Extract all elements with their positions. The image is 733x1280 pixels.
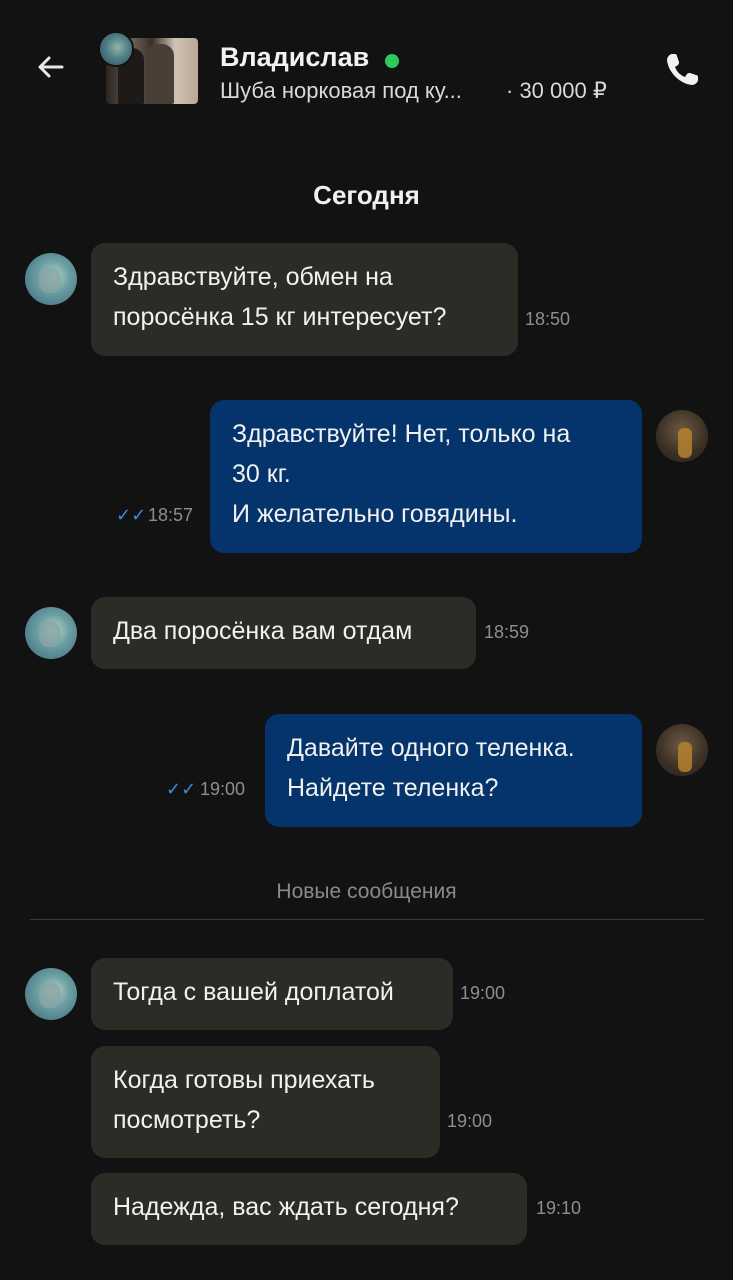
message-time: 18:50: [525, 309, 571, 329]
seller-avatar[interactable]: [25, 253, 77, 305]
new-messages-label: Новые сообщения: [276, 880, 457, 903]
seller-avatar[interactable]: [98, 31, 134, 67]
chat-header: Владислав Шуба норковая под ку... · 30 0…: [0, 0, 733, 140]
date-separator: Сегодня: [313, 180, 420, 210]
seller-name[interactable]: Владислав: [220, 42, 369, 73]
user-avatar[interactable]: [656, 724, 708, 776]
message-time: 19:00: [200, 779, 246, 799]
listing-price: · 30 000 ₽: [506, 78, 607, 103]
call-button[interactable]: [656, 44, 708, 96]
phone-icon: [667, 54, 698, 85]
read-checkmarks-icon: ✓✓: [166, 779, 197, 799]
message-bubble-incoming[interactable]: Когда готовы приехать посмотреть?: [91, 1046, 440, 1158]
message-time: 18:57: [148, 505, 194, 525]
message-bubble-incoming[interactable]: Здравствуйте, обмен на поросёнка 15 кг и…: [91, 243, 518, 356]
message-time: 19:10: [536, 1198, 582, 1218]
read-checkmarks-icon: ✓✓: [116, 505, 147, 525]
message-bubble-incoming[interactable]: Тогда с вашей доплатой: [91, 958, 453, 1030]
message-bubble-outgoing[interactable]: Здравствуйте! Нет, только на 30 кг. И же…: [210, 400, 642, 553]
message-time: 19:00: [460, 983, 506, 1003]
message-bubble-outgoing[interactable]: Давайте одного теленка. Найдете теленка?: [265, 714, 642, 827]
seller-avatar[interactable]: [25, 968, 77, 1020]
seller-avatar[interactable]: [25, 607, 77, 659]
message-bubble-incoming[interactable]: Надежда, вас ждать сегодня?: [91, 1173, 527, 1245]
arrow-left-icon: [38, 56, 64, 78]
back-button[interactable]: [28, 44, 74, 90]
user-avatar[interactable]: [656, 410, 708, 462]
message-time: 18:59: [484, 622, 530, 642]
listing-title[interactable]: Шуба норковая под ку...: [220, 78, 462, 104]
online-status-dot: [385, 54, 399, 68]
message-time: 19:00: [447, 1111, 493, 1131]
message-bubble-incoming[interactable]: Два поросёнка вам отдам: [91, 597, 476, 669]
new-messages-divider: [30, 919, 704, 920]
